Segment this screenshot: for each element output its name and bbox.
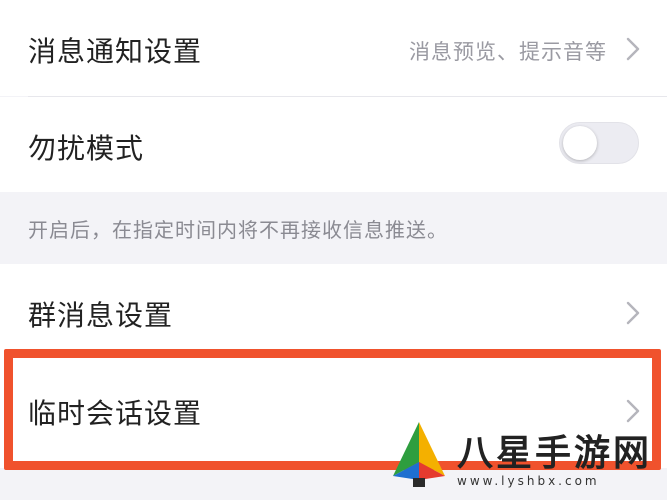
do-not-disturb-note-text: 开启后，在指定时间内将不再接收信息推送。	[28, 218, 448, 242]
message-notification-label: 消息通知设置	[28, 35, 203, 68]
group-message-row[interactable]: 群消息设置	[0, 264, 667, 356]
watermark-url: www.lyshbx.com	[457, 474, 600, 488]
chevron-right-icon	[626, 301, 640, 325]
group-message-label: 群消息设置	[28, 299, 174, 332]
chevron-right-icon	[626, 37, 640, 61]
toggle-knob	[563, 126, 597, 160]
message-notification-value: 消息预览、提示音等	[409, 40, 607, 64]
do-not-disturb-toggle[interactable]	[559, 122, 639, 164]
do-not-disturb-label: 勿扰模式	[28, 132, 145, 165]
watermark: 八星手游网 www.lyshbx.com	[387, 418, 657, 496]
site-logo-icon	[393, 422, 445, 487]
message-notification-row[interactable]: 消息通知设置 消息预览、提示音等	[0, 0, 667, 96]
do-not-disturb-note: 开启后，在指定时间内将不再接收信息推送。	[0, 192, 667, 264]
watermark-title: 八星手游网	[457, 433, 653, 474]
